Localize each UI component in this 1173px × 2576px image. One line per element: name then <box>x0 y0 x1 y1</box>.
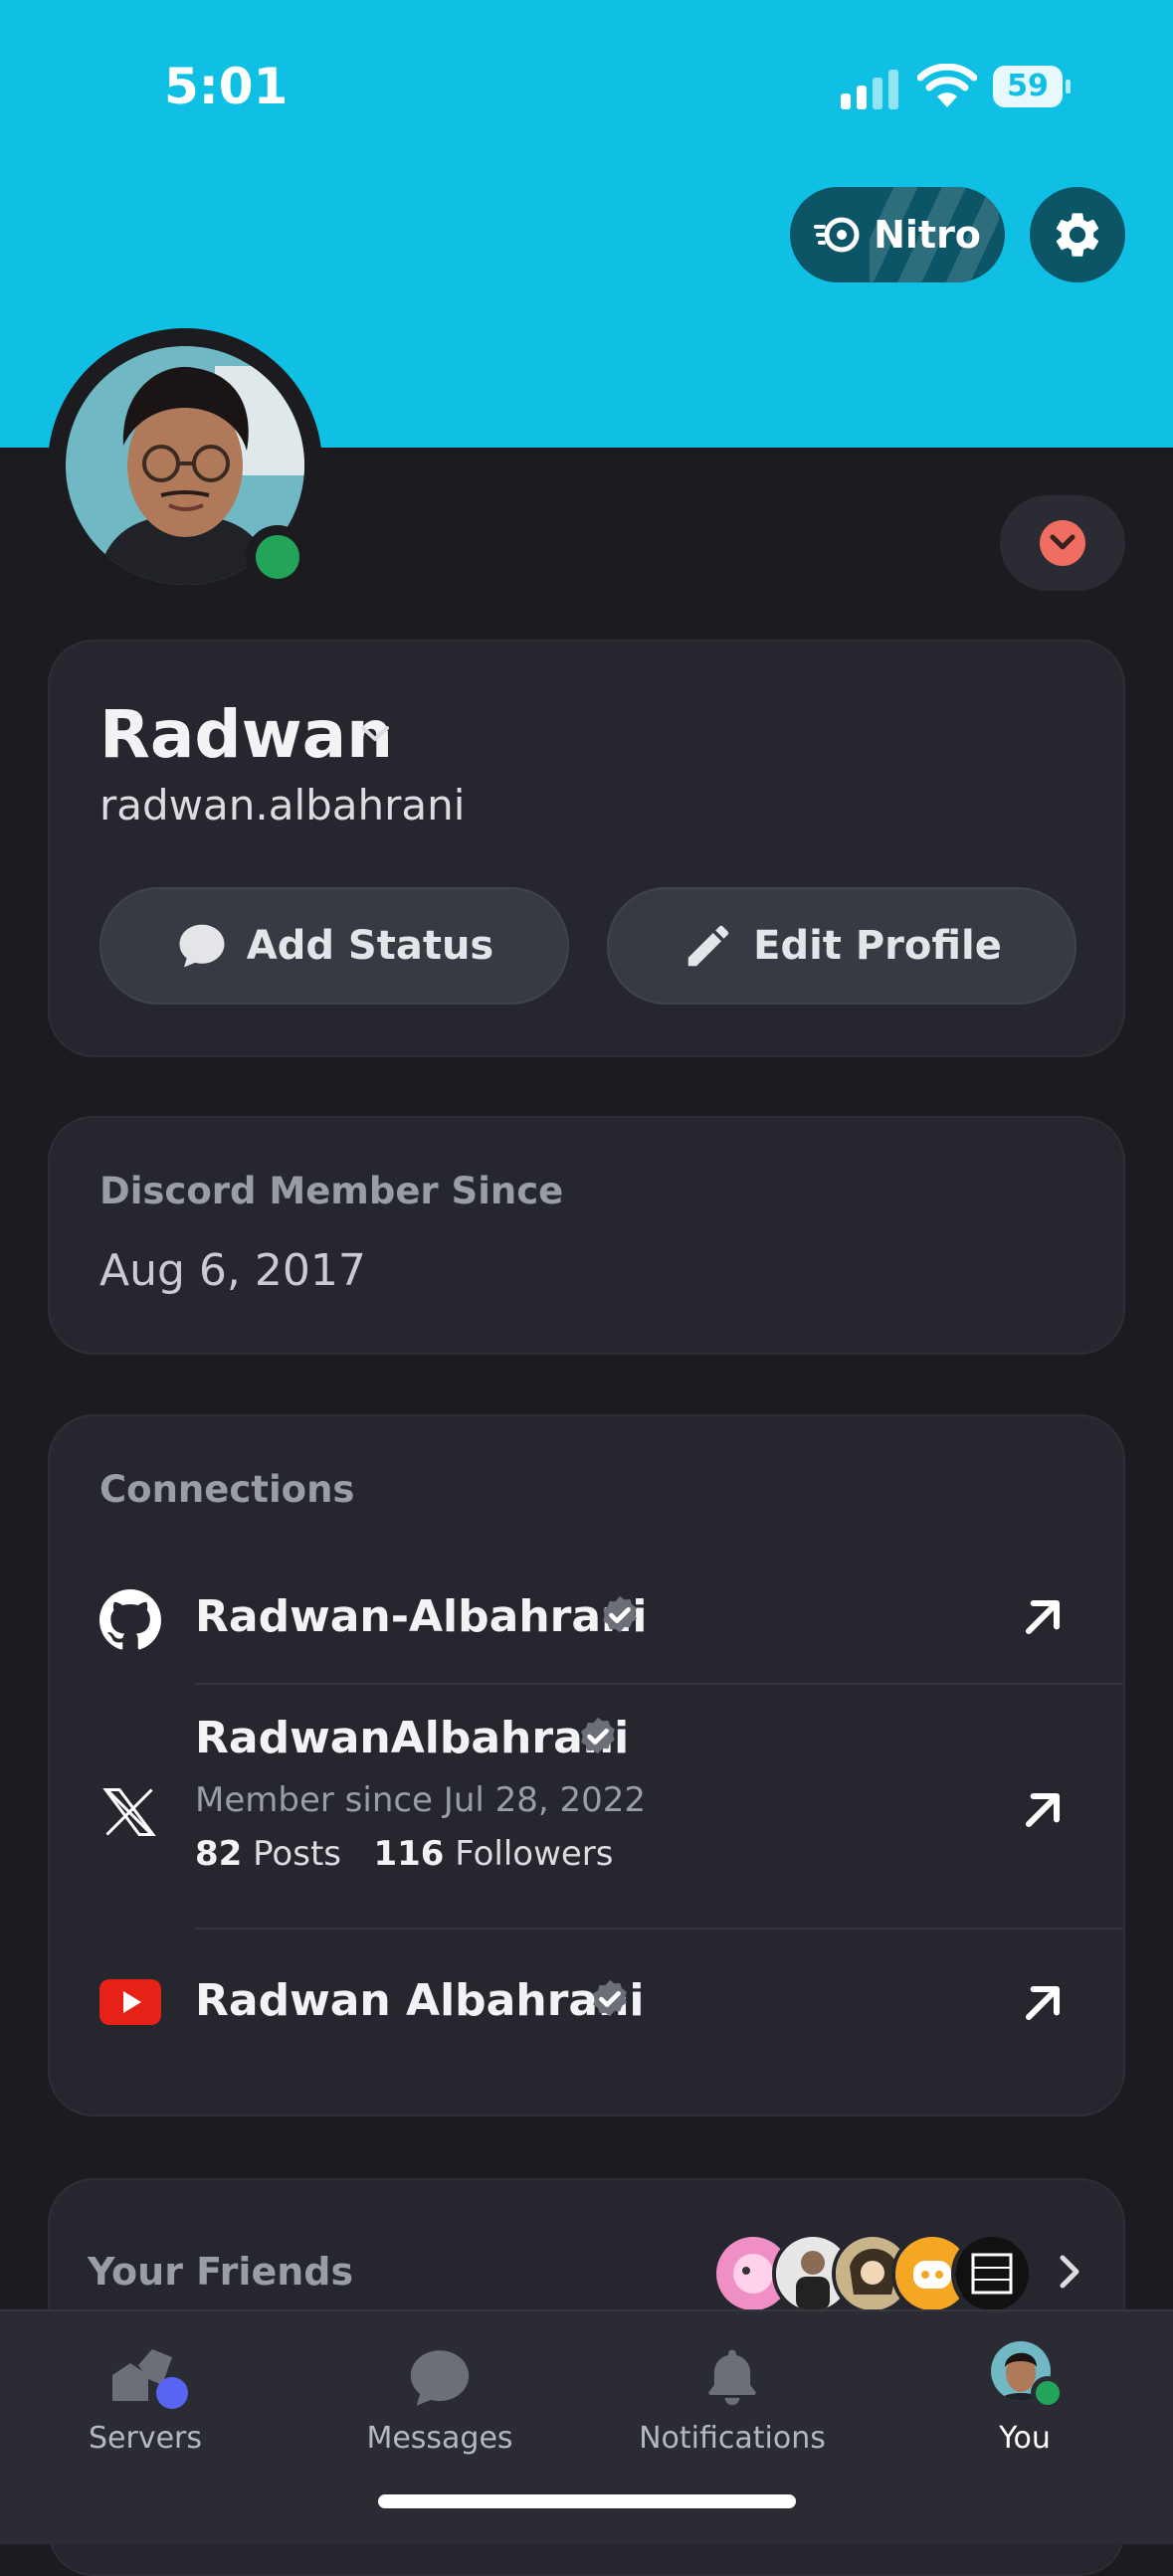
tab-label: Messages <box>366 2421 513 2456</box>
member-since-date: Aug 6, 2017 <box>99 1245 366 1296</box>
connection-name: Radwan Albahrani <box>195 1975 645 2026</box>
chevron-right-icon[interactable] <box>1055 2252 1084 2292</box>
tab-messages[interactable]: Messages <box>330 2335 549 2456</box>
posts-label: Posts <box>253 1834 341 1874</box>
chevron-down-icon[interactable] <box>360 724 390 744</box>
followers-count: 116 <box>373 1834 445 1874</box>
x-icon <box>102 1788 156 1836</box>
avatar <box>991 2341 1065 2410</box>
edit-profile-label: Edit Profile <box>753 923 1002 969</box>
tab-label: Notifications <box>639 2421 826 2456</box>
messages-icon <box>410 2350 470 2406</box>
verified-icon <box>603 1595 637 1633</box>
nitro-icon <box>814 217 860 253</box>
profile-card: Radwan radwan.albahrani Add Status Edit … <box>48 640 1125 1057</box>
connection-youtube[interactable]: Radwan Albahrani <box>50 1930 1127 2069</box>
tab-label: You <box>999 2421 1051 2456</box>
chevron-down-icon <box>1050 534 1075 550</box>
connection-member-since: Member since Jul 28, 2022 <box>195 1780 647 1820</box>
connection-x[interactable]: RadwanAlbahrani Member since Jul 28, 202… <box>50 1685 1127 1930</box>
connection-stats: 82 Posts 116 Followers <box>195 1834 614 1874</box>
followers-label: Followers <box>455 1834 614 1874</box>
chat-bubble-icon <box>179 924 225 968</box>
bell-icon <box>708 2349 756 2406</box>
tab-servers[interactable]: Servers <box>36 2335 255 2456</box>
verified-icon <box>593 1979 627 2017</box>
member-since-title: Discord Member Since <box>99 1170 564 1212</box>
member-since-card: Discord Member Since Aug 6, 2017 <box>48 1116 1125 1355</box>
connection-name: RadwanAlbahrani <box>195 1713 630 1763</box>
pencil-icon <box>687 925 729 967</box>
battery-indicator: 59 <box>993 66 1071 107</box>
friend-avatar <box>951 2233 1033 2314</box>
nitro-label: Nitro <box>874 213 981 257</box>
posts-count: 82 <box>195 1834 243 1874</box>
online-status-indicator <box>246 525 309 589</box>
github-icon <box>99 1589 161 1650</box>
tab-label: Servers <box>88 2421 202 2456</box>
connections-title: Connections <box>99 1468 355 1511</box>
profile-options-button[interactable] <box>1000 495 1125 591</box>
gear-icon <box>1056 213 1099 257</box>
external-arrow-icon[interactable] <box>1015 1975 1071 2031</box>
status-time: 5:01 <box>164 58 289 115</box>
connection-name: Radwan-Albahrani <box>195 1591 648 1642</box>
connection-github[interactable]: Radwan-Albahrani <box>50 1556 1127 1679</box>
tab-notifications[interactable]: Notifications <box>623 2335 842 2456</box>
add-status-label: Add Status <box>246 923 494 969</box>
home-indicator[interactable] <box>378 2494 796 2508</box>
servers-icon <box>112 2349 188 2409</box>
edit-profile-button[interactable]: Edit Profile <box>607 887 1076 1005</box>
friends-title: Your Friends <box>88 2250 354 2294</box>
tab-you[interactable]: You <box>915 2335 1134 2456</box>
battery-level: 59 <box>1007 69 1049 103</box>
youtube-icon <box>99 1979 161 2025</box>
bottom-tab-bar: Servers Messages Notifications You <box>0 2309 1173 2544</box>
wifi-icon <box>917 64 977 107</box>
username: radwan.albahrani <box>99 781 466 829</box>
settings-button[interactable] <box>1030 187 1125 282</box>
cellular-signal-icon <box>841 70 898 109</box>
add-status-button[interactable]: Add Status <box>99 887 569 1005</box>
external-arrow-icon[interactable] <box>1015 1782 1071 1838</box>
verified-icon <box>581 1717 615 1754</box>
external-arrow-icon[interactable] <box>1015 1589 1071 1645</box>
nitro-button[interactable]: Nitro <box>790 187 1005 282</box>
display-name[interactable]: Radwan <box>99 696 393 773</box>
connections-card: Connections Radwan-Albahrani RadwanAlbah… <box>48 1414 1125 2116</box>
